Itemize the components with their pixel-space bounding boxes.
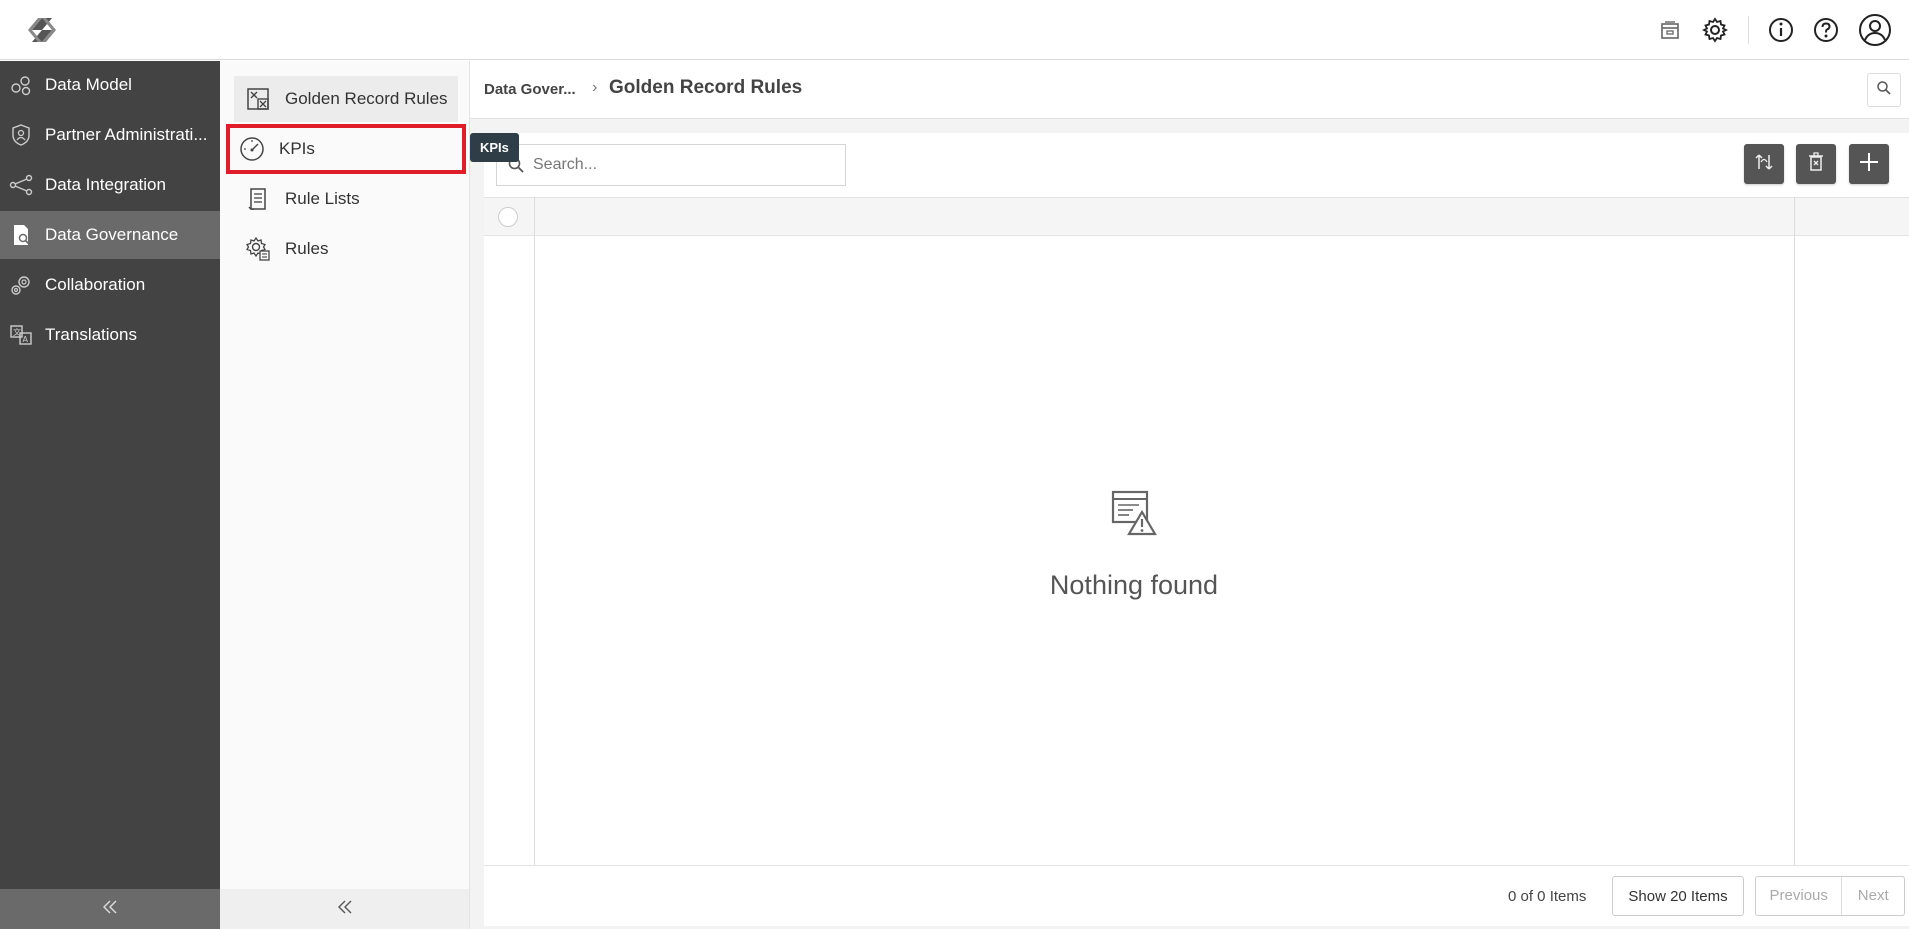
archive-icon[interactable] [1655, 15, 1685, 45]
translations-icon: 文A [8, 322, 34, 348]
sync-button[interactable] [1744, 144, 1784, 184]
subnav-item-rule-lists[interactable]: Rule Lists [234, 176, 458, 222]
next-button[interactable]: Next [1842, 877, 1904, 915]
sidebar-item-label: Partner Administrati... [45, 125, 208, 144]
empty-state-icon [1084, 488, 1184, 543]
trash-icon [1805, 151, 1827, 178]
column-divider [1794, 197, 1795, 865]
toolbar-divider [1748, 16, 1749, 44]
grid-panel: Nothing found 0 of 0 Items Show 20 Items… [484, 133, 1909, 926]
empty-state-message: Nothing found [1049, 570, 1219, 600]
subnav-item-label: Rule Lists [285, 189, 360, 208]
data-model-icon [8, 72, 34, 98]
main-content: Data Gover... › Golden Record Rules Sear… [470, 61, 1909, 929]
sidebar-item-label: Data Governance [45, 225, 179, 244]
subnav-item-label: Golden Record Rules [285, 89, 448, 108]
select-all-checkbox[interactable] [498, 207, 518, 227]
user-icon[interactable] [1858, 13, 1892, 47]
top-bar [0, 0, 1909, 60]
search-icon [1876, 80, 1892, 101]
collapse-subnav-button[interactable] [220, 889, 469, 929]
sidebar-item-label: Data Integration [45, 175, 166, 194]
info-icon[interactable] [1766, 15, 1796, 45]
kpis-tooltip: KPIs [470, 133, 519, 162]
add-button[interactable] [1849, 144, 1889, 184]
collaboration-icon [8, 272, 34, 298]
breadcrumb-parent-link[interactable]: Data Gover... [484, 81, 576, 98]
golden-record-icon [244, 85, 272, 113]
integration-icon [8, 172, 34, 198]
sidebar-item-label: Data Model [45, 75, 132, 94]
sidebar-item-label: Collaboration [45, 275, 146, 294]
sidebar-item-translations[interactable]: 文A Translations [0, 311, 220, 359]
pagination-bar: 0 of 0 Items Show 20 Items Previous Next [484, 865, 1909, 926]
governance-icon [8, 222, 34, 248]
sidebar-item-label: Translations [45, 325, 137, 344]
global-search-button[interactable] [1867, 73, 1901, 107]
svg-text:文: 文 [13, 327, 21, 337]
sidebar-item-data-integration[interactable]: Data Integration [0, 161, 220, 209]
gear-icon[interactable] [1700, 15, 1730, 45]
sidebar-item-collaboration[interactable]: Collaboration [0, 261, 220, 309]
search-field[interactable] [496, 144, 846, 186]
subnav-item-label: KPIs [279, 139, 315, 158]
previous-button[interactable]: Previous [1756, 877, 1843, 915]
sidebar-item-data-governance[interactable]: Data Governance [0, 211, 220, 259]
search-input[interactable] [531, 155, 835, 175]
subnav-item-golden-record-rules[interactable]: Golden Record Rules [234, 76, 458, 122]
partner-shield-icon [8, 122, 34, 148]
speedometer-icon [238, 135, 266, 163]
sidebar-item-data-model[interactable]: Data Model [0, 61, 220, 109]
collapse-sidebar-button[interactable] [0, 889, 220, 929]
grid-header-row [484, 197, 1909, 236]
double-chevron-left-icon [101, 898, 119, 921]
sidebar-item-partner-administration[interactable]: Partner Administrati... [0, 111, 220, 159]
double-chevron-left-icon [336, 898, 354, 921]
page-title: Golden Record Rules [609, 77, 803, 98]
column-divider [534, 197, 535, 865]
breadcrumb: Data Gover... › Golden Record Rules [470, 61, 1909, 119]
sub-navigation: Golden Record Rules KPIs Rule Lists Rule… [220, 61, 470, 929]
svg-text:A: A [23, 335, 29, 344]
app-logo[interactable] [18, 10, 66, 50]
sync-icon [1753, 151, 1775, 178]
main-sidebar: Data Model Partner Administrati... Data … [0, 61, 220, 929]
rules-gear-icon [244, 235, 272, 263]
page-size-button[interactable]: Show 20 Items [1612, 876, 1744, 916]
delete-button[interactable] [1796, 144, 1836, 184]
help-icon[interactable] [1811, 15, 1841, 45]
subnav-item-label: Rules [285, 239, 329, 258]
items-count: 0 of 0 Items [1508, 888, 1587, 905]
rule-list-icon [244, 185, 272, 213]
breadcrumb-separator: › [592, 79, 598, 96]
subnav-item-kpis[interactable]: KPIs [226, 124, 466, 174]
pagination-group: Previous Next [1755, 876, 1905, 916]
subnav-item-rules[interactable]: Rules [234, 226, 458, 272]
plus-icon [1858, 151, 1880, 178]
